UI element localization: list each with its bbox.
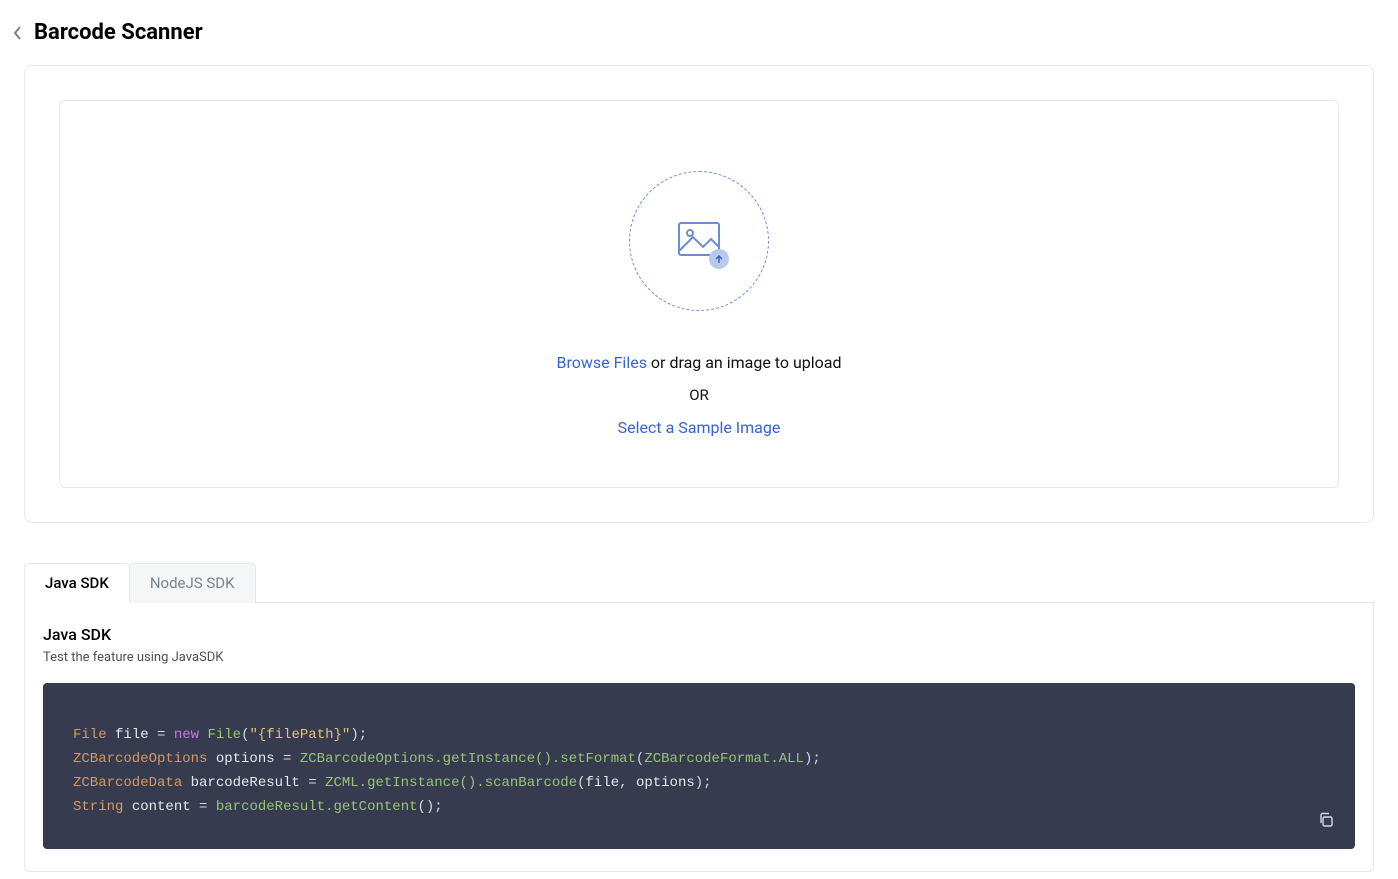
code-line-4: String content = barcodeResult.getConten…: [73, 795, 1325, 819]
sdk-tabs: Java SDK NodeJS SDK: [24, 563, 1374, 603]
sdk-description: Test the feature using JavaSDK: [43, 650, 1355, 665]
code-line-3: ZCBarcodeData barcodeResult = ZCML.getIn…: [73, 771, 1325, 795]
tab-java-sdk[interactable]: Java SDK: [24, 563, 130, 603]
page-header: Barcode Scanner: [0, 0, 1398, 65]
code-block: File file = new File("{filePath}"); ZCBa…: [43, 683, 1355, 849]
dropzone[interactable]: Browse Files or drag an image to upload …: [59, 100, 1339, 488]
back-chevron-icon[interactable]: [10, 25, 26, 41]
upload-arrow-icon: [709, 249, 729, 269]
copy-code-button[interactable]: [1315, 809, 1337, 831]
tab-nodejs-sdk[interactable]: NodeJS SDK: [130, 563, 256, 603]
or-separator: OR: [689, 386, 709, 404]
image-upload-icon: [675, 215, 723, 267]
page-title: Barcode Scanner: [34, 20, 203, 45]
sdk-panel: Java SDK Test the feature using JavaSDK …: [24, 603, 1374, 872]
drag-hint: or drag an image to upload: [647, 353, 842, 372]
upload-instruction: Browse Files or drag an image to upload: [556, 353, 841, 372]
code-line-2: ZCBarcodeOptions options = ZCBarcodeOpti…: [73, 747, 1325, 771]
code-line-1: File file = new File("{filePath}");: [73, 723, 1325, 747]
upload-circle: [629, 171, 769, 311]
upload-card: Browse Files or drag an image to upload …: [24, 65, 1374, 523]
sdk-title: Java SDK: [43, 625, 1355, 644]
browse-files-link[interactable]: Browse Files: [556, 353, 646, 372]
select-sample-link[interactable]: Select a Sample Image: [618, 418, 781, 437]
